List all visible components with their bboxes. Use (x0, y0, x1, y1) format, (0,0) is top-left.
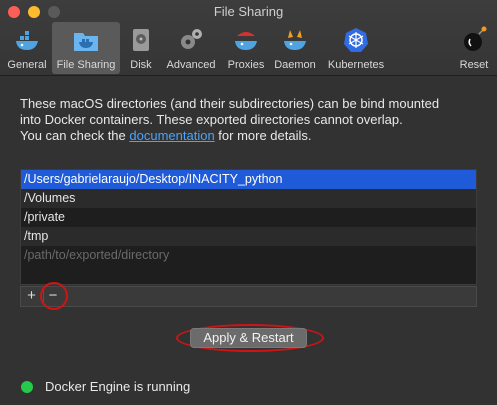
description-line: You can check the documentation for more… (20, 128, 480, 144)
disk-icon (133, 29, 149, 51)
documentation-link[interactable]: documentation (129, 128, 214, 143)
tab-general[interactable]: General (4, 22, 50, 74)
tab-disk[interactable]: Disk (124, 22, 158, 74)
tab-file-sharing[interactable]: File Sharing (52, 22, 120, 74)
new-directory-placeholder[interactable]: /path/to/exported/directory (21, 246, 476, 265)
window-title: File Sharing (213, 4, 284, 19)
status-indicator (21, 381, 33, 393)
list-controls-bar: + − (20, 286, 477, 307)
daemon-whale-icon (284, 30, 306, 50)
tab-label: Daemon (274, 59, 316, 71)
file-sharing-description: These macOS directories (and their subdi… (20, 96, 480, 144)
description-line: These macOS directories (and their subdi… (20, 96, 440, 111)
reset-label: Reset (459, 59, 489, 71)
list-item[interactable]: /tmp (21, 227, 476, 246)
description-line: into Docker containers. These exported d… (20, 112, 403, 127)
add-directory-button[interactable]: + (22, 288, 41, 305)
preferences-toolbar: File Sharing General File Sharing Disk A… (0, 0, 497, 76)
tab-label: Advanced (166, 59, 216, 71)
tab-proxies[interactable]: Proxies (224, 22, 268, 74)
annotation-circle (40, 282, 68, 310)
tab-kubernetes[interactable]: Kubernetes (324, 22, 388, 74)
gears-icon (181, 29, 202, 49)
tab-label: Disk (130, 59, 152, 71)
description-text: for more details. (214, 128, 312, 143)
description-text: You can check the (20, 128, 130, 143)
folder-whale-icon (74, 33, 98, 51)
list-item[interactable]: /private (21, 208, 476, 227)
tab-label: Kubernetes (327, 59, 385, 71)
list-item[interactable]: /Volumes (21, 189, 476, 208)
list-item[interactable]: /Users/gabrielaraujo/Desktop/INACITY_pyt… (21, 170, 476, 189)
tab-label: File Sharing (56, 59, 116, 71)
bomb-icon (464, 26, 487, 51)
reset-button[interactable]: Reset (454, 22, 494, 74)
proxy-whale-icon (235, 32, 257, 50)
tab-label: General (7, 59, 47, 71)
shared-directories-list[interactable]: /Users/gabrielaraujo/Desktop/INACITY_pyt… (20, 169, 477, 285)
whale-icon (16, 31, 38, 50)
engine-status-text: Docker Engine is running (45, 379, 191, 394)
apply-restart-button[interactable]: Apply & Restart (190, 328, 307, 348)
tab-daemon[interactable]: Daemon (270, 22, 320, 74)
kubernetes-icon (344, 28, 368, 52)
tab-advanced[interactable]: Advanced (162, 22, 220, 74)
tab-label: Proxies (227, 59, 265, 71)
